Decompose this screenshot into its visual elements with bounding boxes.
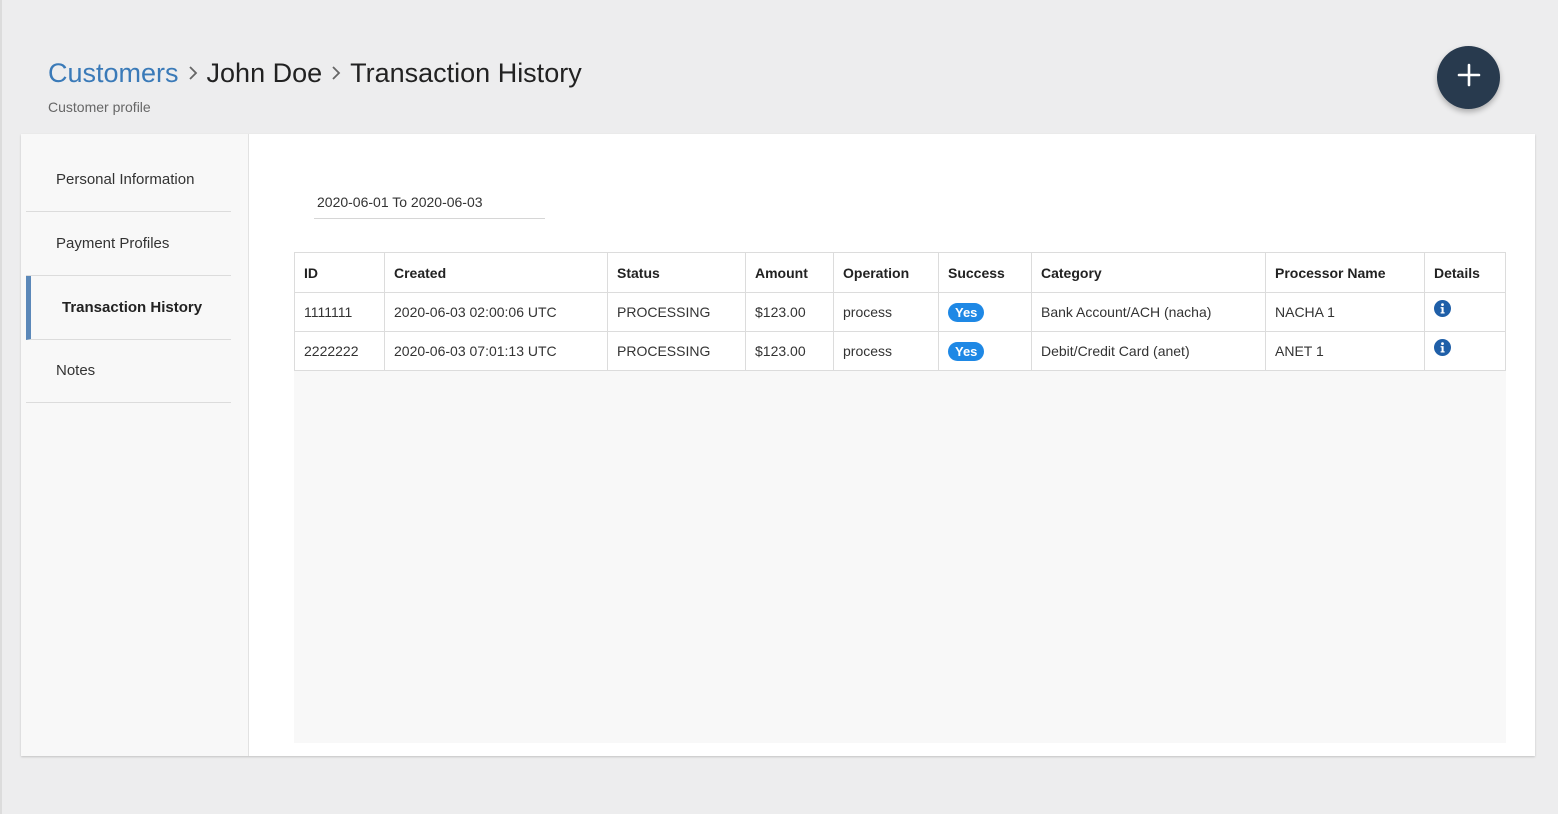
cell-id: 2222222 [294,331,385,371]
cell-created: 2020-06-03 02:00:06 UTC [384,292,608,332]
cell-status: PROCESSING [607,331,746,371]
sidebar-item-transaction-history[interactable]: Transaction History [26,276,231,340]
cell-success: Yes [938,292,1032,332]
breadcrumb-customers-link[interactable]: Customers [48,55,179,91]
window-edge [0,0,2,814]
column-header-category[interactable]: Category [1031,252,1266,293]
date-range-picker[interactable]: 2020-06-01 To 2020-06-03 [314,193,545,219]
page-subtitle: Customer profile [48,99,151,115]
transactions-table: ID Created Status Amount Operation Succe… [294,252,1506,371]
info-circle-icon[interactable] [1434,300,1451,317]
cell-operation: process [833,292,939,332]
chevron-right-icon [179,55,207,91]
cell-status: PROCESSING [607,292,746,332]
page-header: Customers John Doe Transaction History C… [48,55,582,115]
sidebar-item-notes[interactable]: Notes [26,339,231,403]
success-badge: Yes [948,302,985,322]
plus-icon [1457,63,1481,92]
chevron-right-icon [322,55,350,91]
table-header-row: ID Created Status Amount Operation Succe… [294,252,1506,293]
sidebar-item-payment-profiles[interactable]: Payment Profiles [26,212,231,276]
column-header-id[interactable]: ID [294,252,385,293]
table-row[interactable]: 1111111 2020-06-03 02:00:06 UTC PROCESSI… [294,292,1506,332]
breadcrumb-current: Transaction History [350,58,582,88]
customer-profile-panel: Personal Information Payment Profiles Tr… [21,134,1535,756]
column-header-operation[interactable]: Operation [833,252,939,293]
cell-category: Bank Account/ACH (nacha) [1031,292,1266,332]
add-button[interactable] [1437,46,1500,109]
column-header-details: Details [1424,252,1506,293]
transaction-history-content: 2020-06-01 To 2020-06-03 ID Created Stat… [294,179,1506,743]
cell-amount: $123.00 [745,292,834,332]
cell-details [1424,292,1506,332]
column-header-status[interactable]: Status [607,252,746,293]
column-header-created[interactable]: Created [384,252,608,293]
profile-sidebar: Personal Information Payment Profiles Tr… [21,134,249,756]
column-header-processor-name[interactable]: Processor Name [1265,252,1425,293]
column-header-success[interactable]: Success [938,252,1032,293]
cell-created: 2020-06-03 07:01:13 UTC [384,331,608,371]
cell-processor-name: ANET 1 [1265,331,1425,371]
cell-operation: process [833,331,939,371]
cell-amount: $123.00 [745,331,834,371]
cell-success: Yes [938,331,1032,371]
cell-id: 1111111 [294,292,385,332]
sidebar-item-personal-information[interactable]: Personal Information [26,148,231,212]
filter-bar: 2020-06-01 To 2020-06-03 [294,179,1506,253]
cell-category: Debit/Credit Card (anet) [1031,331,1266,371]
column-header-amount[interactable]: Amount [745,252,834,293]
breadcrumb: Customers John Doe Transaction History [48,55,582,91]
table-row[interactable]: 2222222 2020-06-03 07:01:13 UTC PROCESSI… [294,331,1506,371]
cell-details [1424,331,1506,371]
success-badge: Yes [948,341,985,361]
breadcrumb-customer-name[interactable]: John Doe [207,55,323,91]
cell-processor-name: NACHA 1 [1265,292,1425,332]
info-circle-icon[interactable] [1434,339,1451,356]
